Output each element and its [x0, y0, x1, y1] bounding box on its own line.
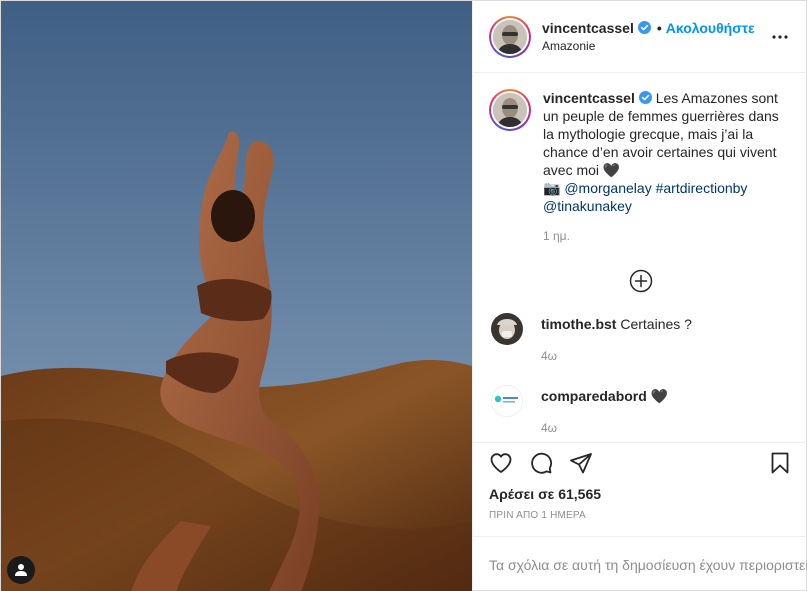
plus-circle-icon[interactable] [629, 269, 653, 293]
author-photo [493, 19, 527, 54]
caption-line-3: la mythologie grecque, mais j’ai la [543, 126, 754, 142]
comment-item: timothe.bst Certaines ? 4ω [489, 313, 792, 365]
caption-username[interactable]: vincentcassel [543, 90, 635, 106]
verified-badge-icon [638, 91, 652, 104]
caption-line-4: chance d’en avoir certaines qui vivent [543, 144, 777, 160]
mention-morganelay[interactable]: @morganelay [564, 180, 651, 196]
post-caption: vincentcassel Les Amazones sont un peupl… [489, 89, 792, 245]
comment-bubble-icon[interactable] [529, 451, 553, 475]
comment-timestamp[interactable]: 4ω [541, 347, 692, 365]
post-location[interactable]: Amazonie [542, 37, 768, 55]
instagram-post: vincentcassel • Ακολουθήστε Amazonie vin… [0, 0, 807, 591]
comments-restricted-notice: Τα σχόλια σε αυτή τη δημοσίευση έχουν πε… [473, 536, 807, 591]
likes-count[interactable]: Αρέσει σε 61,565 [473, 482, 807, 506]
caption-author-avatar[interactable] [489, 89, 531, 131]
commenter-avatar[interactable] [491, 313, 523, 345]
comment-username[interactable]: comparedabord [541, 388, 647, 404]
hashtag-artdirectionby[interactable]: #artdirectionby [656, 180, 748, 196]
more-options-button[interactable] [768, 25, 792, 49]
follow-button[interactable]: Ακολουθήστε [666, 19, 755, 37]
caption-line-1: Les Amazones sont [655, 90, 778, 106]
heart-icon[interactable] [489, 451, 513, 475]
caption-line-2: un peuple de femmes guerrières dans [543, 108, 779, 124]
post-photo[interactable] [1, 1, 472, 591]
post-details-panel: vincentcassel • Ακολουθήστε Amazonie vin… [472, 1, 807, 591]
caption-timestamp[interactable]: 1 ημ. [543, 227, 779, 245]
post-header: vincentcassel • Ακολουθήστε Amazonie [473, 1, 807, 73]
commenter-logo [492, 386, 522, 416]
comment-username[interactable]: timothe.bst [541, 316, 616, 332]
bookmark-icon[interactable] [768, 451, 792, 475]
tagged-users-button[interactable] [7, 556, 35, 584]
caption-line-5: avec moi 🖤 [543, 162, 621, 178]
comment-text: 🖤 [650, 388, 669, 404]
comment-item: comparedabord 🖤 4ω [489, 385, 792, 437]
paper-plane-icon[interactable] [569, 451, 593, 475]
more-options-icon [772, 34, 788, 39]
caption-author-photo [493, 93, 527, 127]
comments-section[interactable]: vincentcassel Les Amazones sont un peupl… [473, 73, 807, 442]
post-date[interactable]: ΠΡΙΝ ΑΠΟ 1 ΗΜΕΡΑ [473, 506, 807, 536]
post-actions [473, 442, 807, 482]
author-username[interactable]: vincentcassel [542, 19, 634, 37]
camera-emoji: 📷 [543, 180, 561, 196]
commenter-photo [491, 313, 523, 345]
comment-text: Certaines ? [620, 316, 692, 332]
verified-badge-icon [637, 21, 651, 34]
person-tag-icon [15, 564, 27, 576]
photo-image [1, 1, 472, 591]
commenter-avatar[interactable] [491, 385, 523, 417]
comment-timestamp[interactable]: 4ω [541, 419, 668, 437]
separator-dot: • [656, 19, 662, 36]
author-avatar[interactable] [489, 15, 531, 58]
mention-tinakunakey[interactable]: @tinakunakey [543, 198, 632, 214]
